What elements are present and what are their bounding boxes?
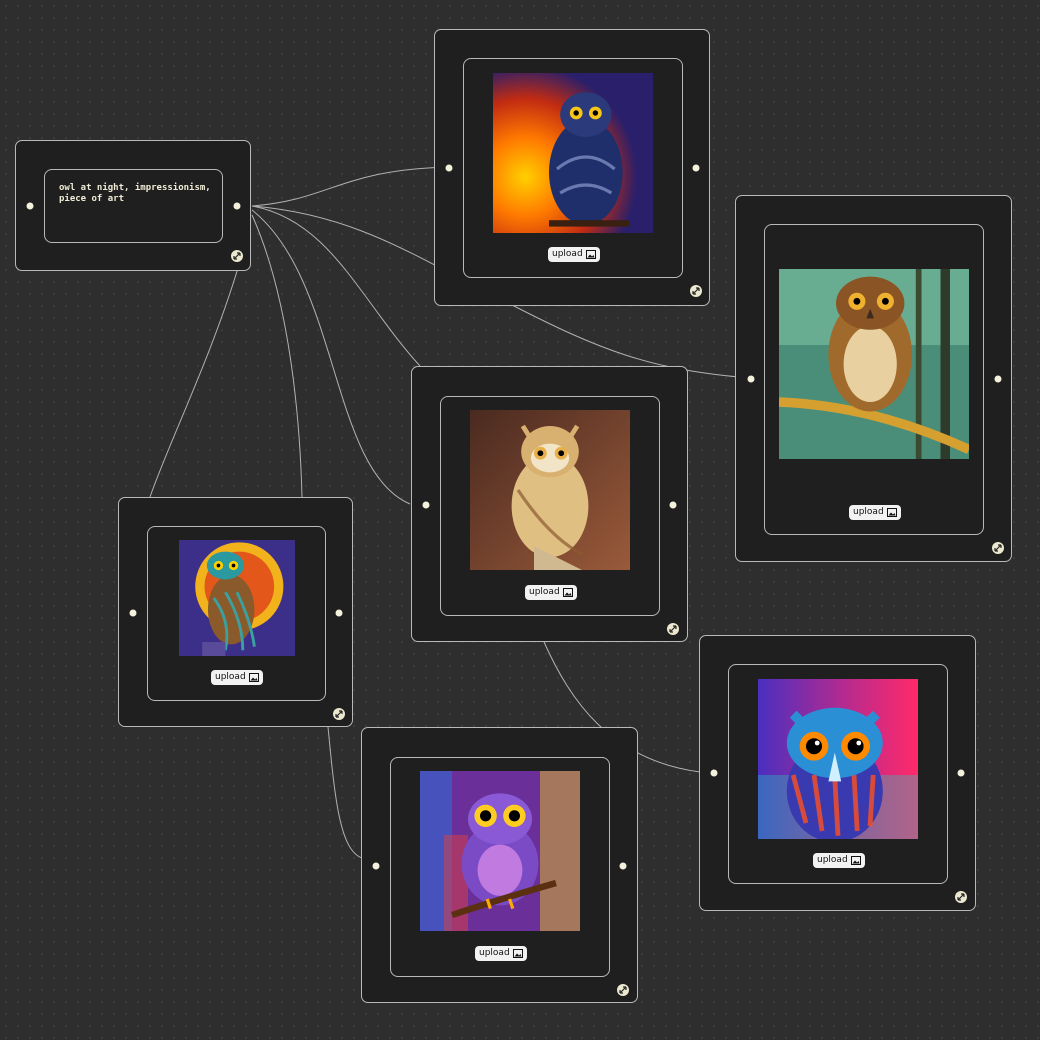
edge-to-owl-4a bbox=[149, 267, 239, 498]
output-port[interactable] bbox=[692, 164, 700, 172]
output-port[interactable] bbox=[233, 202, 241, 210]
output-port[interactable] bbox=[619, 862, 627, 870]
generated-image bbox=[179, 540, 295, 656]
edge-to-owl-4b bbox=[251, 214, 303, 498]
edge-to-owl-1 bbox=[251, 166, 449, 207]
upload-label: upload bbox=[479, 948, 510, 958]
edge-to-owl-3 bbox=[251, 205, 421, 367]
resize-handle-icon[interactable] bbox=[955, 891, 967, 903]
generated-image bbox=[493, 73, 653, 233]
generated-image bbox=[470, 410, 630, 570]
output-port[interactable] bbox=[669, 501, 677, 509]
resize-handle-icon[interactable] bbox=[231, 250, 243, 262]
output-port[interactable] bbox=[957, 769, 965, 777]
image-icon bbox=[850, 856, 861, 865]
image-icon bbox=[562, 588, 573, 597]
image-icon bbox=[886, 508, 897, 517]
upload-button[interactable]: upload bbox=[813, 853, 865, 868]
prompt-node[interactable]: owl at night, impressionism, piece of ar… bbox=[15, 140, 251, 271]
output-port[interactable] bbox=[335, 609, 343, 617]
upload-button[interactable]: upload bbox=[475, 946, 527, 961]
resize-handle-icon[interactable] bbox=[667, 623, 679, 635]
image-panel: upload bbox=[728, 664, 948, 884]
prompt-text: owl at night, impressionism, piece of ar… bbox=[59, 183, 211, 204]
input-port[interactable] bbox=[26, 202, 34, 210]
input-port[interactable] bbox=[710, 769, 718, 777]
upload-button[interactable]: upload bbox=[211, 670, 263, 685]
generated-image bbox=[758, 679, 918, 839]
image-node-owl-6[interactable]: upload bbox=[699, 635, 976, 911]
input-port[interactable] bbox=[129, 609, 137, 617]
resize-handle-icon[interactable] bbox=[992, 542, 1004, 554]
image-panel: upload bbox=[764, 224, 984, 535]
upload-label: upload bbox=[529, 587, 560, 597]
prompt-text-field[interactable]: owl at night, impressionism, piece of ar… bbox=[44, 169, 223, 243]
resize-handle-icon[interactable] bbox=[617, 984, 629, 996]
upload-button[interactable]: upload bbox=[548, 247, 600, 262]
generated-image bbox=[420, 771, 580, 931]
upload-label: upload bbox=[817, 855, 848, 865]
input-port[interactable] bbox=[422, 501, 430, 509]
generated-image bbox=[779, 269, 969, 459]
image-panel: upload bbox=[440, 396, 660, 616]
image-node-owl-1[interactable]: upload bbox=[434, 29, 710, 306]
upload-button[interactable]: upload bbox=[525, 585, 577, 600]
image-node-owl-2[interactable]: upload bbox=[735, 195, 1012, 562]
image-icon bbox=[248, 673, 259, 682]
upload-label: upload bbox=[853, 507, 884, 517]
image-node-owl-4[interactable]: upload bbox=[118, 497, 353, 727]
edge-to-owl-5 bbox=[327, 726, 363, 859]
resize-handle-icon[interactable] bbox=[333, 708, 345, 720]
input-port[interactable] bbox=[372, 862, 380, 870]
image-panel: upload bbox=[463, 58, 683, 278]
output-port[interactable] bbox=[994, 375, 1002, 383]
upload-label: upload bbox=[552, 249, 583, 259]
upload-label: upload bbox=[215, 672, 246, 682]
input-port[interactable] bbox=[747, 375, 755, 383]
image-node-owl-5[interactable]: upload bbox=[361, 727, 638, 1003]
resize-handle-icon[interactable] bbox=[690, 285, 702, 297]
upload-button[interactable]: upload bbox=[849, 505, 901, 520]
input-port[interactable] bbox=[445, 164, 453, 172]
image-node-owl-3[interactable]: upload bbox=[411, 366, 688, 642]
image-icon bbox=[512, 949, 523, 958]
edge-to-owl-3b bbox=[251, 209, 411, 505]
image-panel: upload bbox=[390, 757, 610, 977]
image-icon bbox=[585, 250, 596, 259]
image-panel: upload bbox=[147, 526, 326, 701]
